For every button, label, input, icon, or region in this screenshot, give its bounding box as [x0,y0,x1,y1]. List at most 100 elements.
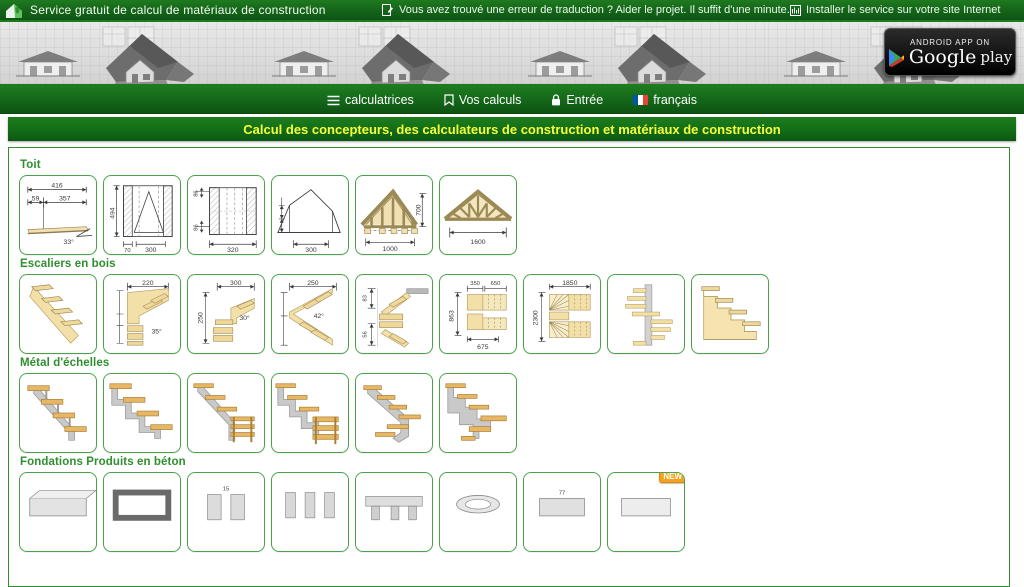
tile-wood-stair-u-turn-calc[interactable]: 350 650 863 675 [439,274,517,354]
house-leaf-logo-icon[interactable] [0,0,28,20]
dim-label: 650 [491,281,501,287]
tile-foundation-new-calc[interactable]: NEW [607,472,685,552]
dim-label: 59 [32,195,40,202]
dim-label: 300 [230,280,242,287]
dim-label: 863 [449,310,456,322]
tile-foundation-block-calc[interactable]: 77 [523,472,601,552]
bookmark-icon [444,94,454,107]
dim-label: 416 [51,183,63,190]
dim-label: 30° [239,314,250,322]
tile-wood-stair-35deg-calc[interactable]: 220 35° [103,274,181,354]
nav-item-language[interactable]: français [633,93,697,107]
tile-foundation-strip-calc[interactable] [103,472,181,552]
dim-label: 1600 [470,239,485,246]
dim-label: 70 [124,248,131,254]
google-play-word: Google [908,45,977,68]
dim-label: 494 [110,207,117,219]
google-play-badge[interactable]: ANDROID APP ON Google play [884,28,1016,76]
dim-label: 675 [477,344,489,351]
tile-roof-gable-wall-calc[interactable]: 494 70 300 [103,175,181,255]
header-banner: ANDROID APP ON Google play [0,20,1024,87]
tile-wood-stair-zigzag-calc[interactable]: 250 42° [271,274,349,354]
house-photo-icon [618,34,706,84]
blueprint-elevation-icon [528,51,592,77]
section-title-metal: Métal d'échelles [20,357,110,369]
banner-tile [256,22,512,84]
dim-label: 1000 [383,246,398,253]
tile-wood-spiral-stair-calc[interactable] [607,274,685,354]
dim-label: 250 [307,280,319,287]
install-widget-label: Installer le service sur votre site Inte… [806,4,1001,16]
top-bar: Service gratuit de calcul de matériaux d… [0,0,1024,20]
tile-foundation-grillage-calc[interactable] [355,472,433,552]
banner-blueprint-pattern [0,22,1024,84]
section-tiles-metal [19,373,1001,453]
dim-label: 320 [227,247,239,254]
main-navigation: calculatrices Vos calculs Entrée françai… [0,87,1024,114]
edit-note-icon [382,4,393,16]
dim-label: 300 [145,247,157,254]
lock-icon [551,94,561,106]
dim-label: 83 [363,295,369,301]
tile-metal-stair-with-ladder-calc[interactable] [187,373,265,453]
install-widget-icon [790,4,801,16]
nav-item-calculatrices[interactable]: calculatrices [327,93,414,107]
tile-roof-truss-lattice-calc[interactable]: 1600 [439,175,517,255]
site-title: Service gratuit de calcul de matériaux d… [30,3,326,17]
blueprint-elevation-icon [16,51,80,77]
nav-label-vos-calculs: Vos calculs [458,93,522,107]
tile-wood-stair-simple-calc[interactable] [691,274,769,354]
section-title-toit: Toit [20,159,41,171]
dim-label: 250 [198,312,205,324]
tile-metal-stair-platform-calc[interactable] [271,373,349,453]
section-tiles-toit: 416 59 357 33° 494 70 300 86 86 320 300 … [19,175,1001,255]
google-play-word2: play [980,47,1013,66]
tile-metal-stair-turn-calc[interactable] [355,373,433,453]
section-tiles-fondations: 15 77 NEW [19,472,1001,552]
dim-label: 2300 [533,310,540,325]
nav-item-entree[interactable]: Entrée [551,93,603,107]
tile-wood-straight-stair-calc[interactable] [19,274,97,354]
tile-metal-stair-landing-calc[interactable] [439,373,517,453]
dim-label: 15 [223,487,229,493]
dim-label: 357 [59,195,71,202]
banner-tile [512,22,768,84]
dim-label: 1850 [562,280,577,287]
nav-label-language: français [653,93,697,107]
dim-label: 35° [151,327,162,335]
dim-label: 300 [305,247,317,254]
banner-tile [0,22,256,84]
tile-roof-wall-hatch-calc[interactable]: 86 86 320 [187,175,265,255]
tile-roof-rafter-truss-calc[interactable]: 700 1000 [355,175,433,255]
tile-foundation-pile-calc[interactable] [271,472,349,552]
calculator-catalog-panel: Toit 416 59 357 33° 494 70 300 86 86 320… [8,147,1010,587]
dim-label: 220 [142,280,154,287]
tile-roof-slope-calc[interactable]: 416 59 357 33° [19,175,97,255]
tile-wood-stair-winder-calc[interactable]: 1850 2300 [523,274,601,354]
tile-wood-stair-landing-calc[interactable]: 83 56 [355,274,433,354]
dim-label: 350 [470,281,480,287]
dim-label: 86 [194,224,200,230]
google-play-triangle-icon [888,48,905,67]
tile-roof-mansard-calc[interactable]: 300 [271,175,349,255]
blueprint-elevation-icon [784,51,848,77]
tile-foundation-slab-calc[interactable] [19,472,97,552]
nav-item-vos-calculs[interactable]: Vos calculs [444,93,522,107]
page-title: Calcul des concepteurs, des calculateurs… [8,117,1016,141]
translation-report-link[interactable]: Vous avez trouvé une erreur de traductio… [382,0,790,20]
tile-wood-stair-30deg-calc[interactable]: 300 250 30° [187,274,265,354]
page-title-bar: Calcul des concepteurs, des calculateurs… [0,114,1024,141]
hamburger-icon [327,95,340,106]
flag-france-icon [633,95,649,105]
tile-metal-stair-zigzag-calc[interactable] [103,373,181,453]
house-photo-icon [106,34,194,84]
nav-label-entree: Entrée [566,93,604,107]
tile-foundation-ring-calc[interactable] [439,472,517,552]
install-widget-link[interactable]: Installer le service sur votre site Inte… [790,0,1000,20]
tile-foundation-column-calc[interactable]: 15 [187,472,265,552]
section-tiles-escaliers: 220 35° 300 250 30° 250 42° 83 56 350 65… [19,274,1001,354]
nav-label-calculatrices: calculatrices [345,93,414,107]
dim-label: 56 [363,331,369,337]
section-title-escaliers: Escaliers en bois [20,258,116,270]
tile-metal-stair-stringer-calc[interactable] [19,373,97,453]
